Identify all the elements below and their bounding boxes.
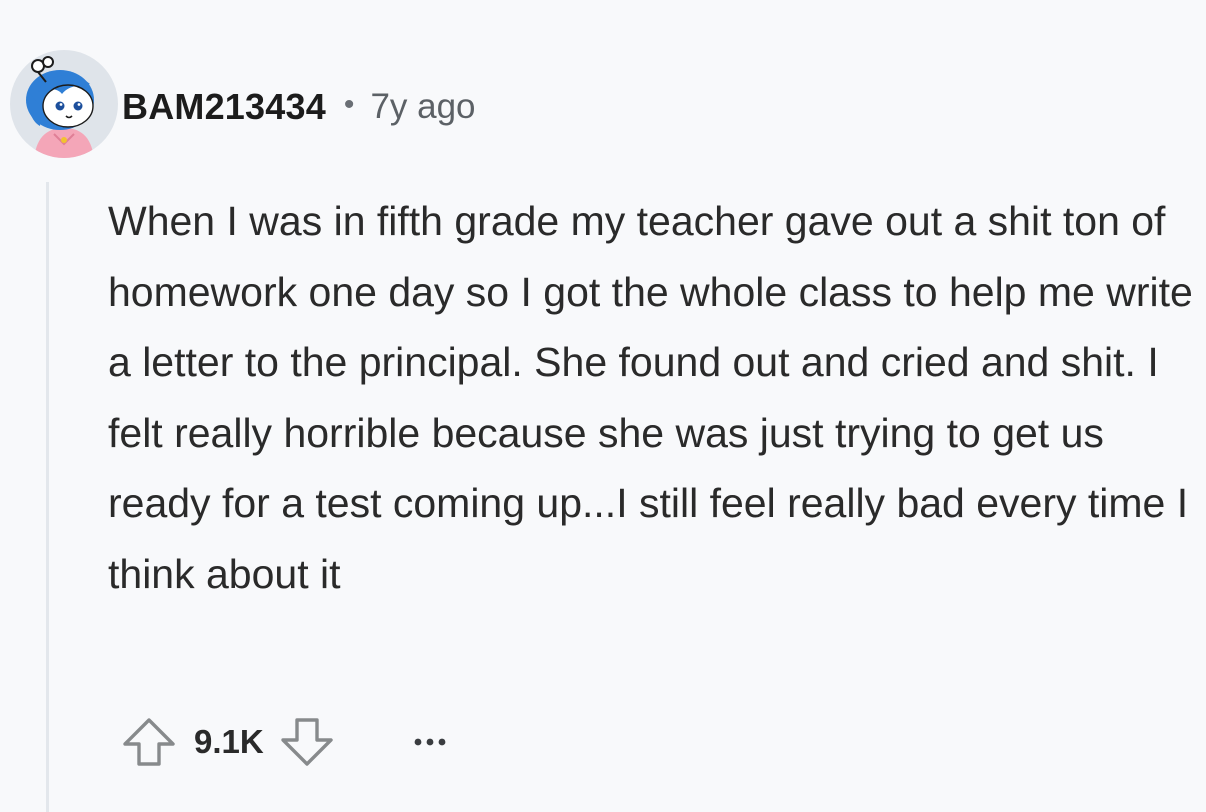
- comment-header: BAM213434 • 7y ago: [122, 84, 476, 130]
- comment-actions: 9.1K: [118, 710, 454, 774]
- comment-card: BAM213434 • 7y ago When I was in fifth g…: [0, 0, 1206, 812]
- comment-body: When I was in fifth grade my teacher gav…: [108, 198, 1193, 597]
- meta-separator: •: [343, 88, 355, 121]
- arrow-down-icon: [281, 718, 333, 766]
- comment-timestamp[interactable]: 7y ago: [370, 87, 475, 127]
- downvote-button[interactable]: [276, 711, 338, 773]
- thread-line[interactable]: [46, 182, 49, 812]
- vote-score: 9.1K: [194, 723, 264, 760]
- author-username[interactable]: BAM213434: [122, 86, 326, 128]
- arrow-up-icon: [123, 718, 175, 766]
- more-options-button[interactable]: [406, 718, 454, 766]
- upvote-button[interactable]: [118, 711, 180, 773]
- more-options-icon: [414, 738, 446, 746]
- snoo-avatar-icon[interactable]: [8, 48, 120, 160]
